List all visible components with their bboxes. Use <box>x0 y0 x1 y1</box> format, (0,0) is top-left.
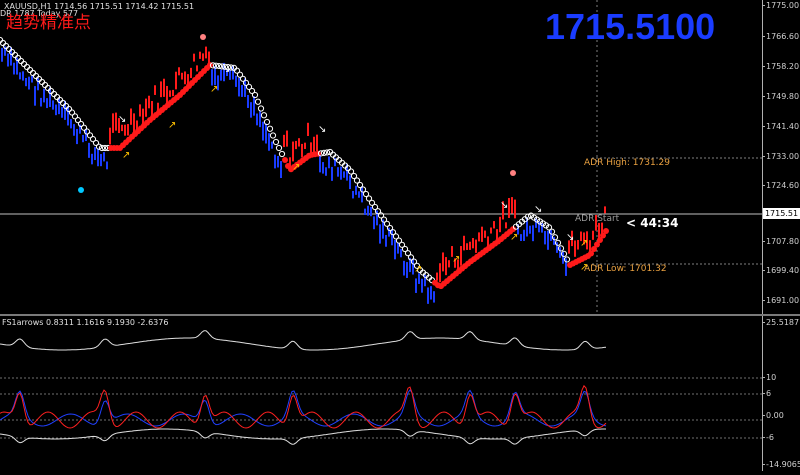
trend-down-dot <box>254 98 262 105</box>
price-tick: 1691.00 <box>761 296 800 305</box>
price-tick: 1707.80 <box>761 237 800 246</box>
trend-down-dot <box>11 51 19 59</box>
down-arrow-icon: ↘ <box>222 64 230 75</box>
price-tick: 1775.00 <box>761 1 800 10</box>
down-arrow-icon: ↘ <box>118 114 126 125</box>
bar-countdown: < 44:34 <box>626 216 679 230</box>
trend-down-dot <box>41 81 49 89</box>
price-chart[interactable]: ↗ ↗ ↗ ↗ ↗ ↗ ↗ ↗ ↗ ↘ ↘ ↘ ↘ ↘ ↘ XAUUSD,H1 1714.56 1715.5… <box>0 0 762 314</box>
adr-start-label: ADR Start <box>575 214 620 224</box>
up-arrow-icon: ↗ <box>168 120 176 131</box>
adr-high-label: ADR High: 1731.29 <box>584 158 670 168</box>
indicator-canvas[interactable] <box>0 316 762 471</box>
trend-up-dot <box>282 157 288 163</box>
up-arrow-icon: ↗ <box>122 150 130 161</box>
down-arrow-icon: ↘ <box>318 124 326 135</box>
trend-down-dot <box>38 78 46 86</box>
oscillator-lines <box>0 330 607 445</box>
down-arrow-icon: ↘ <box>500 200 508 211</box>
up-arrow-icon: ↗ <box>292 162 300 173</box>
trend-down-dot <box>29 69 37 77</box>
indicator-tick: 10 <box>761 373 777 382</box>
up-arrow-icon: ↗ <box>510 232 518 243</box>
signal-dot-icon <box>200 34 206 40</box>
adr-low-label: ADR Low: 1701.32 <box>584 264 667 274</box>
oscillator-line <box>0 389 607 427</box>
price-tick: 1766.60 <box>761 32 800 41</box>
trend-down-dot <box>275 144 283 152</box>
indicator-title: 趋势精准点 <box>6 13 91 33</box>
big-price-display: 1715.5100 <box>545 6 716 47</box>
indicator-tick: 25.5187 <box>761 318 800 327</box>
trend-down-dot <box>50 90 58 98</box>
indicator-tick: 0.00 <box>762 411 784 420</box>
trend-down-dot <box>260 112 268 119</box>
price-axis[interactable]: 1775.00 1766.60 1758.20 1749.80 1741.40 … <box>761 0 800 314</box>
indicator-subwindow[interactable]: FS1arrows 0.8311 1.1616 9.1930 -2.6376 <box>0 316 762 471</box>
down-arrow-icon: ↘ <box>534 204 542 215</box>
trend-down-dot <box>0 39 7 47</box>
trend-down-dot <box>272 138 280 146</box>
indicator-tick: 6 <box>761 389 772 398</box>
signal-dot-icon <box>510 170 516 176</box>
signal-dot-icon <box>78 187 84 193</box>
up-arrow-icon: ↗ <box>452 254 460 265</box>
price-tick: 1741.40 <box>761 122 800 131</box>
indicator-axis[interactable]: 25.5187 10 6 0.00 -6 -14.9065 <box>761 316 800 471</box>
trend-down-dot <box>23 63 31 71</box>
up-arrow-icon: ↗ <box>414 264 422 275</box>
trend-down-dot <box>17 57 25 65</box>
trend-up-dot <box>603 228 609 234</box>
trend-down-dot <box>20 60 28 68</box>
price-tick: 1758.20 <box>761 62 800 71</box>
indicator-tick: -14.9065 <box>762 460 800 469</box>
price-tick: 1724.60 <box>761 181 800 190</box>
up-arrow-icon: ↗ <box>210 84 218 95</box>
trend-down-dot <box>278 150 286 158</box>
up-arrow-icon: ↗ <box>580 238 588 249</box>
current-price-tag: 1715.51 <box>763 208 800 219</box>
down-arrow-icon: ↘ <box>566 232 574 243</box>
trend-down-dot <box>269 132 277 139</box>
trend-down-dot <box>26 66 34 74</box>
oscillator-line <box>0 428 606 445</box>
price-tick: 1733.00 <box>761 152 800 161</box>
indicator-tick: -6 <box>762 433 774 442</box>
trend-down-dot <box>53 93 61 101</box>
trend-down-dot <box>266 125 274 132</box>
indicator-info: FS1arrows 0.8311 1.1616 9.1930 -2.6376 <box>2 318 169 327</box>
oscillator-line <box>0 384 607 429</box>
trend-down-dot <box>32 72 40 80</box>
price-tick: 1699.40 <box>761 266 800 275</box>
oscillator-line <box>0 330 607 351</box>
price-tick: 1749.80 <box>761 92 800 101</box>
signal-arrows-group: ↗↗↗↗↗↗↗↗↗↘↘↘↘ ↘↘ <box>78 34 588 275</box>
trend-down-dot <box>257 105 265 112</box>
